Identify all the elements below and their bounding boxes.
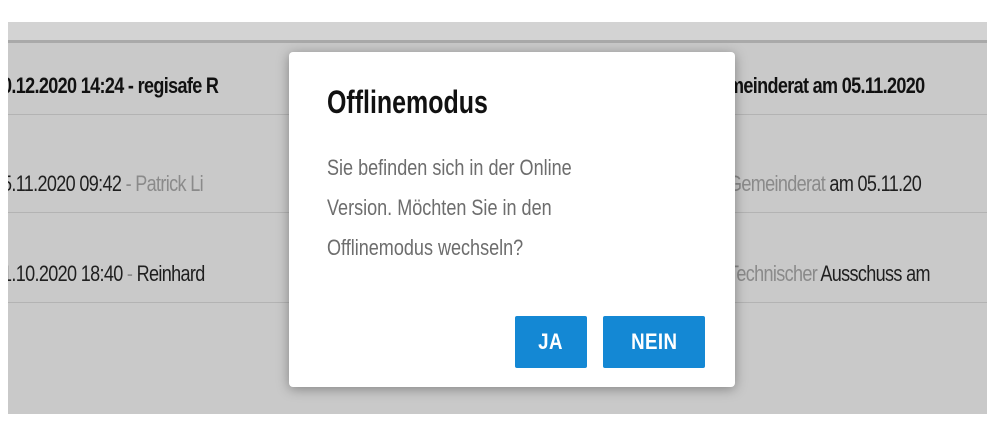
- dialog-message-line: Version. Möchten Sie in den: [327, 195, 552, 220]
- list-item-committee: Gemeinderat: [728, 171, 826, 196]
- dialog-title: Offlinemodus: [327, 84, 488, 120]
- list-item-meta: 5.11.2020 09:42 - Patrick Li: [8, 156, 204, 212]
- dialog-message-line: Sie befinden sich in der Online: [327, 155, 572, 180]
- list-item-committee: Technischer: [728, 261, 818, 286]
- list-item-subject: Technischer Ausschuss am: [728, 246, 931, 302]
- list-item-meta: 1.10.2020 18:40 - Reinhard: [8, 246, 205, 302]
- list-item-separator: -: [122, 261, 137, 286]
- dialog-message-line: Offlinemodus wechseln?: [327, 235, 524, 260]
- cancel-button-label: NEIN: [630, 329, 678, 354]
- list-item-subject-text: meinderat am 05.11.2020: [728, 73, 925, 98]
- list-item-text: 0.12.2020 14:24 - regisafe R: [8, 73, 219, 98]
- list-item-date: 5.11.2020 09:42: [8, 171, 122, 196]
- list-item-subject: meinderat am 05.11.2020: [728, 58, 925, 114]
- top-bar: [8, 22, 987, 43]
- list-item-author: - Patrick Li: [121, 171, 204, 196]
- offline-mode-dialog: Offlinemodus Sie befinden sich in der On…: [289, 52, 735, 387]
- dialog-message: Sie befinden sich in der Online Version.…: [327, 148, 671, 268]
- confirm-button-label: JA: [538, 329, 564, 354]
- list-item-meta: 0.12.2020 14:24 - regisafe R: [8, 58, 219, 114]
- list-item-subject: Gemeinderat am 05.11.20: [728, 156, 922, 212]
- cancel-button[interactable]: NEIN: [603, 316, 705, 368]
- list-item-meeting-date: Ausschuss am: [817, 261, 930, 286]
- list-item-date: 1.10.2020 18:40: [8, 261, 123, 286]
- list-item-meeting-date: am 05.11.20: [825, 171, 922, 196]
- list-item-author: Reinhard: [136, 261, 206, 286]
- confirm-button[interactable]: JA: [515, 316, 587, 368]
